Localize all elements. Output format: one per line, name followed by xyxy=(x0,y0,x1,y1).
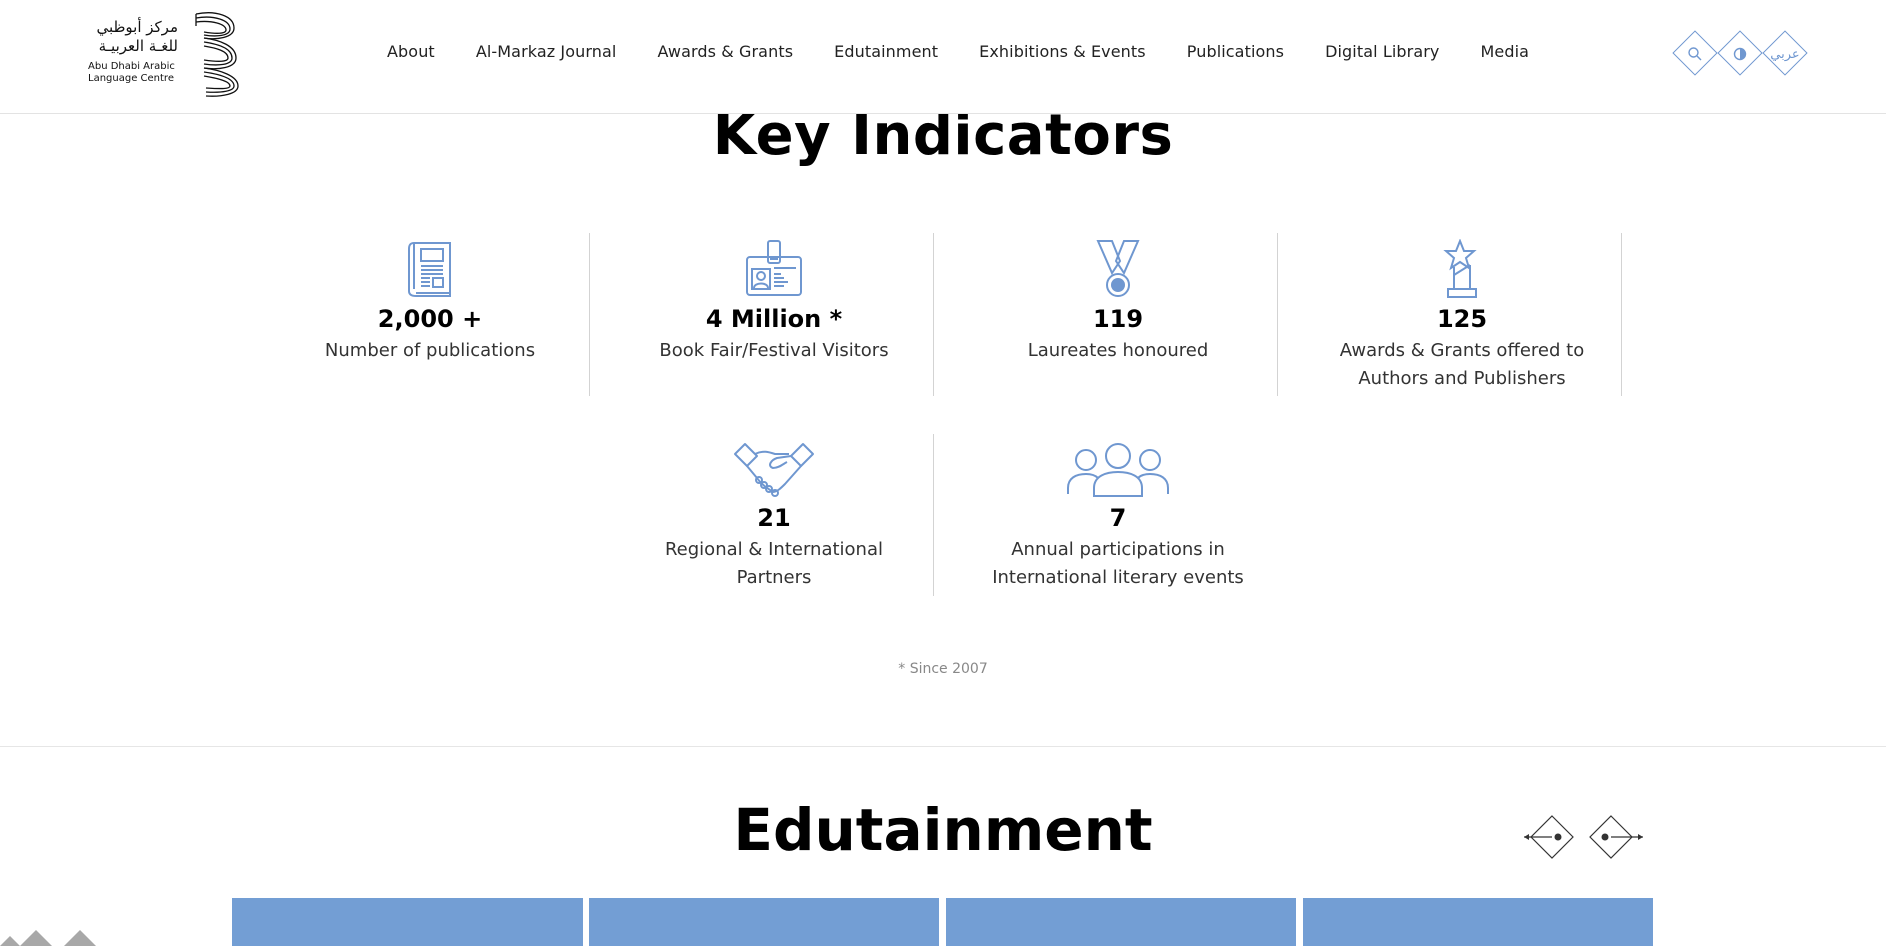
nav-al-markaz-journal[interactable]: Al-Markaz Journal xyxy=(476,40,617,64)
logo-english-text: Abu Dhabi Arabic Language Centre xyxy=(88,61,188,85)
indicator-label-line2: International literary events xyxy=(992,567,1244,588)
logo-english-line2: Language Centre xyxy=(88,73,174,84)
nav-exhibitions-events[interactable]: Exhibitions & Events xyxy=(979,40,1146,64)
nav-publications[interactable]: Publications xyxy=(1187,40,1284,64)
indicators-footnote: * Since 2007 xyxy=(898,661,988,677)
search-button[interactable] xyxy=(1672,30,1718,78)
indicator-value: 125 xyxy=(1436,305,1488,333)
indicator-value: 2,000 + xyxy=(377,305,483,333)
indicator-label-line1: Awards & Grants offered to xyxy=(1339,340,1585,361)
indicator-laureates: 119 Laureates honoured xyxy=(946,233,1290,365)
indicator-awards-grants: 125 Awards & Grants offered to Authors a… xyxy=(1290,233,1634,393)
indicator-label: Book Fair/Festival Visitors xyxy=(659,340,889,361)
indicator-label: Laureates honoured xyxy=(1027,340,1209,361)
column-divider xyxy=(589,233,590,396)
medal-icon xyxy=(946,233,1290,299)
indicator-label: Regional & International Partners xyxy=(602,536,946,592)
logo-english-line1: Abu Dhabi Arabic xyxy=(88,61,175,72)
visitor-badge-icon xyxy=(602,233,946,299)
indicator-label-line1: Regional & International xyxy=(664,539,883,560)
arrow-right-icon xyxy=(1589,815,1643,859)
indicator-partners: 21 Regional & International Partners xyxy=(602,432,946,592)
contrast-icon xyxy=(1733,47,1747,61)
section-divider xyxy=(0,746,1886,747)
logo-arabic-line2: للغـة العربيـة xyxy=(98,37,178,55)
edutainment-card[interactable] xyxy=(1303,898,1653,946)
search-icon xyxy=(1688,47,1702,61)
indicator-value: 119 xyxy=(1092,305,1144,333)
indicator-visitors: 4 Million * Book Fair/Festival Visitors xyxy=(602,233,946,365)
indicator-publications: 2,000 + Number of publications xyxy=(258,233,602,365)
edutainment-card[interactable] xyxy=(232,898,583,946)
contrast-toggle-button[interactable] xyxy=(1717,30,1763,78)
logo-arabic-line1: مركز أبوظبي xyxy=(96,18,178,36)
column-divider xyxy=(933,434,934,596)
indicator-literary-events: 7 Annual participations in International… xyxy=(946,432,1290,592)
people-group-icon xyxy=(946,432,1290,498)
logo-arabic-text: مركز أبوظبي للغـة العربيـة xyxy=(88,18,178,56)
indicator-label-line1: Annual participations in xyxy=(1011,539,1225,560)
edutainment-card[interactable] xyxy=(589,898,939,946)
nav-about[interactable]: About xyxy=(387,40,435,64)
column-divider xyxy=(1277,233,1278,396)
language-switch-button[interactable]: عربي xyxy=(1762,30,1808,78)
nav-media[interactable]: Media xyxy=(1481,40,1530,64)
indicator-label-line2: Authors and Publishers xyxy=(1358,368,1566,389)
carousel-prev-button[interactable] xyxy=(1522,812,1582,862)
logo-mark-icon xyxy=(195,12,239,97)
column-divider xyxy=(1621,233,1622,396)
site-logo[interactable]: مركز أبوظبي للغـة العربيـة Abu Dhabi Ara… xyxy=(88,10,240,98)
header-utilities: عربي xyxy=(1672,30,1808,78)
indicator-label-line2: Partners xyxy=(736,567,812,588)
indicator-value: 4 Million * xyxy=(705,305,843,333)
handshake-icon xyxy=(602,432,946,498)
edutainment-card[interactable] xyxy=(946,898,1296,946)
indicator-value: 7 xyxy=(1109,504,1127,532)
indicator-label: Awards & Grants offered to Authors and P… xyxy=(1290,337,1634,393)
carousel-next-button[interactable] xyxy=(1585,812,1645,862)
publications-icon xyxy=(258,233,602,299)
trophy-icon xyxy=(1290,233,1634,299)
indicator-value: 21 xyxy=(757,504,791,532)
main-nav: About Al-Markaz Journal Awards & Grants … xyxy=(387,40,1529,64)
indicator-label: Annual participations in International l… xyxy=(946,536,1290,592)
nav-digital-library[interactable]: Digital Library xyxy=(1325,40,1439,64)
column-divider xyxy=(933,233,934,396)
site-header: مركز أبوظبي للغـة العربيـة Abu Dhabi Ara… xyxy=(0,0,1886,114)
nav-awards-grants[interactable]: Awards & Grants xyxy=(657,40,793,64)
indicator-label: Number of publications xyxy=(324,340,536,361)
nav-edutainment[interactable]: Edutainment xyxy=(834,40,938,64)
arrow-left-icon xyxy=(1524,815,1574,859)
decorative-triangles xyxy=(0,930,96,946)
